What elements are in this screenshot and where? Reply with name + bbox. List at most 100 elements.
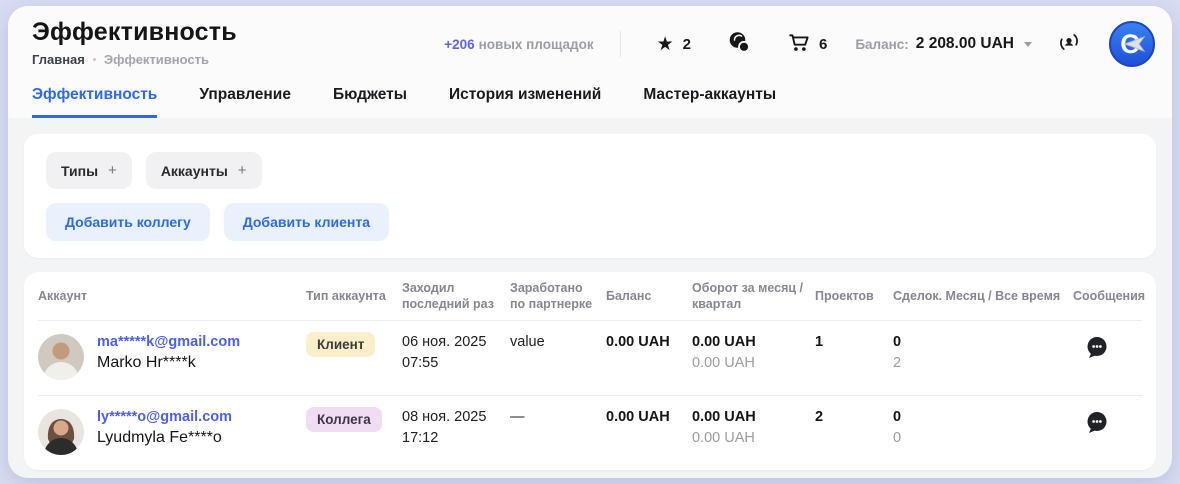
main-panel: Эффективность Главная Эффективность +206… bbox=[8, 6, 1172, 478]
account-type-badge: Клиент bbox=[306, 332, 375, 357]
col-header-turnover: Оборот за месяц / квартал bbox=[692, 280, 815, 313]
cart-counter[interactable]: 6 bbox=[787, 31, 827, 58]
visit-time: 07:55 bbox=[402, 355, 510, 371]
account-identity: ly*****o@gmail.com Lyudmyla Fe****o bbox=[97, 409, 232, 447]
account-type-cell: Клиент bbox=[306, 334, 402, 357]
partner-earned-cell: value bbox=[510, 334, 606, 350]
account-type-cell: Коллега bbox=[306, 409, 402, 432]
projects-cell: 2 bbox=[815, 409, 893, 425]
avatar bbox=[38, 409, 84, 455]
breadcrumb-current: Эффективность bbox=[104, 52, 209, 67]
col-header-deals: Сделок. Месяц / Все время bbox=[893, 288, 1073, 304]
tab-budgets[interactable]: Бюджеты bbox=[333, 86, 407, 118]
balance-cell: 0.00 UAH bbox=[606, 334, 692, 350]
turnover-month: 0.00 UAH bbox=[692, 334, 815, 350]
table-row: ma*****k@gmail.com Marko Hr****k Клиент … bbox=[38, 320, 1142, 395]
favorites-counter[interactable]: ★ 2 bbox=[657, 35, 691, 54]
col-header-account: Аккаунт bbox=[38, 288, 306, 304]
balance-cell: 0.00 UAH bbox=[606, 409, 692, 425]
add-client-button[interactable]: Добавить клиента bbox=[224, 203, 389, 241]
account-name: Lyudmyla Fe****o bbox=[97, 429, 232, 447]
accounts-table: Аккаунт Тип аккаунта Заходил последний р… bbox=[24, 272, 1156, 470]
messages-cell bbox=[1073, 409, 1142, 441]
partner-earned-cell: — bbox=[510, 409, 606, 425]
turnover-quarter: 0.00 UAH bbox=[692, 355, 815, 371]
account-sync-icon bbox=[1058, 31, 1080, 58]
account-email[interactable]: ma*****k@gmail.com bbox=[97, 334, 240, 350]
header-toolbar: +206 новых площадок ★ 2 bbox=[444, 20, 1156, 68]
tab-change-history[interactable]: История изменений bbox=[449, 86, 601, 118]
app-logo[interactable]: C bbox=[1108, 20, 1156, 68]
account-type-badge: Коллега bbox=[306, 407, 382, 432]
turnover-cell: 0.00 UAH 0.00 UAH bbox=[692, 334, 815, 371]
page-header: Эффективность Главная Эффективность +206… bbox=[8, 6, 1172, 118]
account-cell: ma*****k@gmail.com Marko Hr****k bbox=[38, 334, 306, 380]
filters-panel: Типы + Аккаунты + Добавить коллегу Добав… bbox=[24, 134, 1156, 258]
plus-icon: + bbox=[238, 162, 247, 179]
visit-time: 17:12 bbox=[402, 430, 510, 446]
main-tabs: Эффективность Управление Бюджеты История… bbox=[32, 86, 776, 118]
avatar bbox=[38, 334, 84, 380]
cart-count: 6 bbox=[819, 36, 827, 53]
action-buttons: Добавить коллегу Добавить клиента bbox=[46, 203, 1134, 241]
tab-master-accounts[interactable]: Мастер-аккаунты bbox=[643, 86, 776, 118]
content-area: Типы + Аккаунты + Добавить коллегу Добав… bbox=[8, 118, 1172, 478]
tab-management[interactable]: Управление bbox=[199, 86, 291, 118]
chevron-down-icon bbox=[1024, 42, 1032, 47]
tab-effectiveness[interactable]: Эффективность bbox=[32, 86, 157, 118]
message-button[interactable] bbox=[1083, 334, 1110, 366]
account-identity: ma*****k@gmail.com Marko Hr****k bbox=[97, 334, 240, 372]
deals-cell: 0 0 bbox=[893, 409, 1073, 446]
new-platforms-label: новых площадок bbox=[479, 37, 594, 52]
new-platforms-link[interactable]: +206 новых площадок bbox=[444, 37, 593, 52]
message-button[interactable] bbox=[1083, 409, 1110, 441]
balance-selector[interactable]: Баланс: 2 208.00 UAH bbox=[855, 35, 1032, 53]
col-header-account-type: Тип аккаунта bbox=[306, 288, 402, 304]
plus-icon: + bbox=[108, 162, 117, 179]
filter-chips: Типы + Аккаунты + bbox=[46, 152, 1134, 189]
col-header-balance: Баланс bbox=[606, 288, 692, 304]
balance-value: 2 208.00 UAH bbox=[916, 35, 1014, 53]
account-name: Marko Hr****k bbox=[97, 354, 240, 372]
deals-cell: 0 2 bbox=[893, 334, 1073, 371]
breadcrumb-home[interactable]: Главная bbox=[32, 52, 85, 67]
messages-cell bbox=[1073, 334, 1142, 366]
balance-label: Баланс: bbox=[855, 37, 908, 52]
deals-alltime: 2 bbox=[893, 355, 1073, 371]
breadcrumb: Главная Эффективность bbox=[32, 52, 237, 67]
account-sync-button[interactable] bbox=[1058, 31, 1080, 58]
table-header-row: Аккаунт Тип аккаунта Заходил последний р… bbox=[38, 272, 1142, 320]
breadcrumb-separator bbox=[93, 58, 96, 61]
chats-button[interactable] bbox=[727, 30, 751, 59]
col-header-projects: Проектов bbox=[815, 288, 893, 304]
accounts-filter-label: Аккаунты bbox=[161, 163, 228, 179]
deals-month: 0 bbox=[893, 409, 1073, 425]
visit-date: 08 ноя. 2025 bbox=[402, 409, 510, 425]
add-colleague-button[interactable]: Добавить коллегу bbox=[46, 203, 210, 241]
last-visit-cell: 06 ноя. 2025 07:55 bbox=[402, 334, 510, 371]
account-email[interactable]: ly*****o@gmail.com bbox=[97, 409, 232, 425]
header-divider bbox=[620, 31, 621, 57]
col-header-messages: Сообщения bbox=[1073, 288, 1155, 304]
types-filter-label: Типы bbox=[61, 163, 98, 179]
types-filter-chip[interactable]: Типы + bbox=[46, 152, 132, 189]
new-platforms-count: +206 bbox=[444, 37, 474, 52]
accounts-filter-chip[interactable]: Аккаунты + bbox=[146, 152, 262, 189]
visit-date: 06 ноя. 2025 bbox=[402, 334, 510, 350]
turnover-quarter: 0.00 UAH bbox=[692, 430, 815, 446]
projects-cell: 1 bbox=[815, 334, 893, 350]
turnover-month: 0.00 UAH bbox=[692, 409, 815, 425]
page-title: Эффективность bbox=[32, 18, 237, 47]
chats-icon bbox=[727, 30, 751, 59]
favorites-count: 2 bbox=[683, 36, 691, 53]
cart-icon bbox=[787, 31, 810, 58]
turnover-cell: 0.00 UAH 0.00 UAH bbox=[692, 409, 815, 446]
last-visit-cell: 08 ноя. 2025 17:12 bbox=[402, 409, 510, 446]
star-icon: ★ bbox=[657, 35, 674, 54]
col-header-last-visit: Заходил последний раз bbox=[402, 280, 510, 313]
deals-month: 0 bbox=[893, 334, 1073, 350]
account-cell: ly*****o@gmail.com Lyudmyla Fe****o bbox=[38, 409, 306, 455]
title-block: Эффективность Главная Эффективность bbox=[32, 18, 237, 67]
col-header-partner-earned: Заработано по партнерке bbox=[510, 280, 606, 313]
deals-alltime: 0 bbox=[893, 430, 1073, 446]
